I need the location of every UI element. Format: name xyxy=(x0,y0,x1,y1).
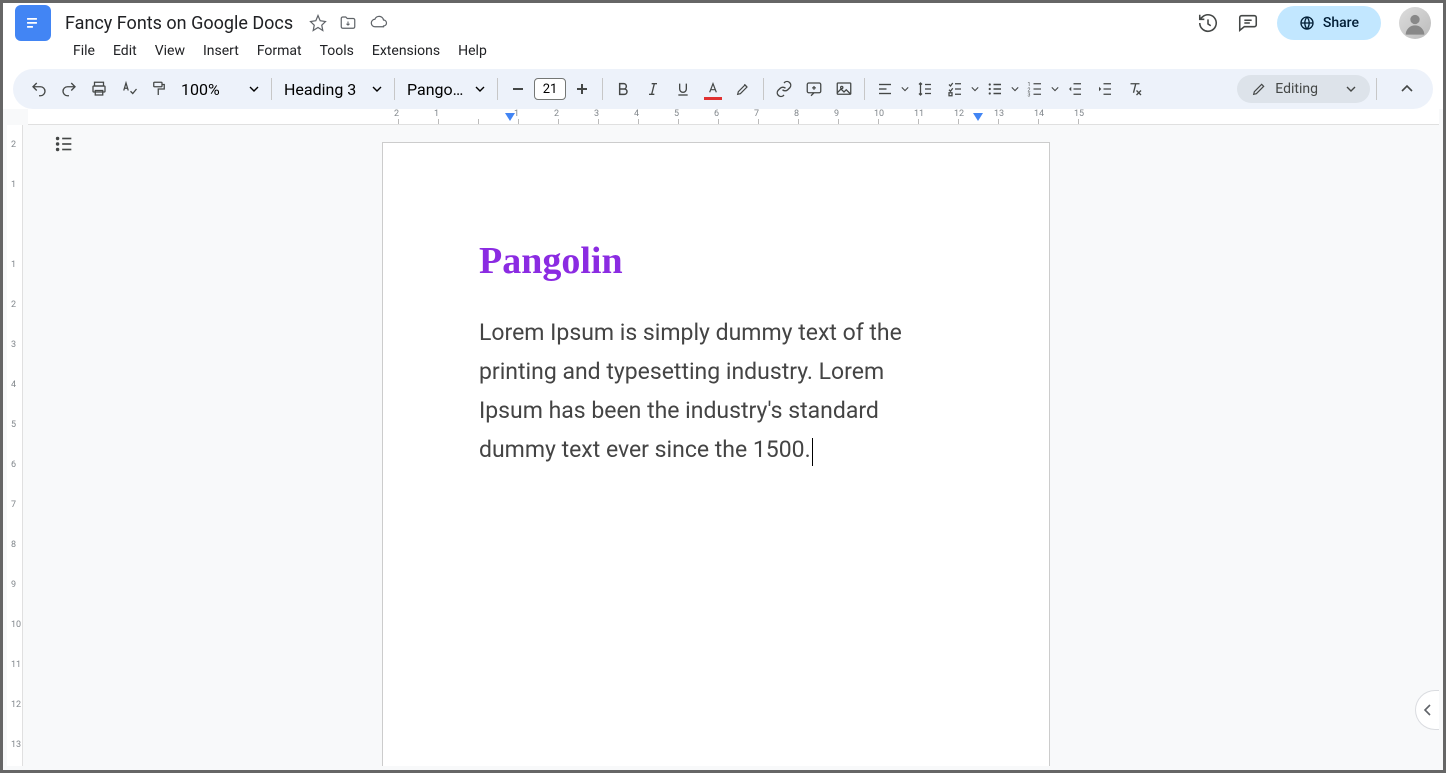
body-text[interactable]: Lorem Ipsum is simply dummy text of the … xyxy=(479,313,953,469)
print-button[interactable] xyxy=(85,75,113,103)
cloud-saved-icon[interactable] xyxy=(369,14,389,32)
paint-format-button[interactable] xyxy=(145,75,173,103)
docs-logo[interactable] xyxy=(15,5,51,41)
insert-image-button[interactable] xyxy=(830,75,858,103)
share-button[interactable]: Share xyxy=(1277,6,1381,40)
right-indent-marker[interactable] xyxy=(973,113,983,123)
vertical-ruler[interactable]: 2112345678910111213 xyxy=(7,125,23,766)
style-value: Heading 3 xyxy=(284,80,356,99)
chevron-down-icon[interactable] xyxy=(1051,86,1059,92)
bulleted-list-button[interactable] xyxy=(981,75,1009,103)
heading-text[interactable]: Pangolin xyxy=(479,239,953,283)
decrease-indent-button[interactable] xyxy=(1061,75,1089,103)
chevron-down-icon[interactable] xyxy=(901,86,909,92)
history-icon[interactable] xyxy=(1197,12,1219,34)
chevron-down-icon[interactable] xyxy=(1011,86,1019,92)
chevron-down-icon xyxy=(475,86,485,92)
decrease-font-button[interactable] xyxy=(504,75,532,103)
text-color-button[interactable] xyxy=(699,75,727,103)
zoom-dropdown[interactable]: 100% xyxy=(175,80,265,99)
document-page[interactable]: Pangolin Lorem Ipsum is simply dummy tex… xyxy=(383,143,1049,766)
bold-button[interactable] xyxy=(609,75,637,103)
align-button[interactable] xyxy=(871,75,899,103)
increase-indent-button[interactable] xyxy=(1091,75,1119,103)
zoom-value: 100% xyxy=(181,80,220,99)
insert-link-button[interactable] xyxy=(770,75,798,103)
document-outline-button[interactable] xyxy=(53,133,75,155)
star-icon[interactable] xyxy=(309,14,327,32)
move-folder-icon[interactable] xyxy=(339,14,357,32)
user-avatar[interactable] xyxy=(1399,7,1431,39)
italic-button[interactable] xyxy=(639,75,667,103)
menu-extensions[interactable]: Extensions xyxy=(364,39,448,63)
menu-edit[interactable]: Edit xyxy=(105,39,145,63)
comments-icon[interactable] xyxy=(1237,12,1259,34)
menu-format[interactable]: Format xyxy=(249,39,310,63)
spellcheck-button[interactable] xyxy=(115,75,143,103)
hide-menus-button[interactable] xyxy=(1393,75,1421,103)
left-indent-marker[interactable] xyxy=(505,113,515,123)
font-value: Pango… xyxy=(407,80,463,99)
horizontal-ruler[interactable]: 21123456789101112131415 xyxy=(28,109,1439,125)
pencil-icon xyxy=(1251,81,1267,97)
menu-tools[interactable]: Tools xyxy=(312,39,362,63)
increase-font-button[interactable] xyxy=(568,75,596,103)
insert-comment-button[interactable] xyxy=(800,75,828,103)
text-cursor xyxy=(812,438,813,466)
paragraph-style-dropdown[interactable]: Heading 3 xyxy=(278,80,388,99)
mode-dropdown[interactable]: Editing xyxy=(1237,75,1370,103)
toolbar: 100% Heading 3 Pango… 21 xyxy=(13,69,1433,109)
chevron-down-icon[interactable] xyxy=(971,86,979,92)
chevron-down-icon xyxy=(249,86,259,92)
menu-view[interactable]: View xyxy=(147,39,193,63)
document-title[interactable]: Fancy Fonts on Google Docs xyxy=(59,11,299,36)
undo-button[interactable] xyxy=(25,75,53,103)
highlight-button[interactable] xyxy=(729,75,757,103)
font-dropdown[interactable]: Pango… xyxy=(401,80,491,99)
menu-help[interactable]: Help xyxy=(450,39,495,63)
menu-file[interactable]: File xyxy=(65,39,103,63)
share-label: Share xyxy=(1323,15,1359,31)
chevron-down-icon xyxy=(372,86,382,92)
globe-icon xyxy=(1299,15,1315,31)
menu-insert[interactable]: Insert xyxy=(195,39,247,63)
redo-button[interactable] xyxy=(55,75,83,103)
underline-button[interactable] xyxy=(669,75,697,103)
line-spacing-button[interactable] xyxy=(911,75,939,103)
mode-label: Editing xyxy=(1275,81,1318,97)
menu-bar: File Edit View Insert Format Tools Exten… xyxy=(3,37,1443,69)
font-size-input[interactable]: 21 xyxy=(534,78,566,100)
clear-formatting-button[interactable] xyxy=(1121,75,1149,103)
svg-text:3: 3 xyxy=(1028,93,1031,99)
chevron-down-icon xyxy=(1346,86,1356,92)
numbered-list-button[interactable]: 123 xyxy=(1021,75,1049,103)
checklist-button[interactable] xyxy=(941,75,969,103)
